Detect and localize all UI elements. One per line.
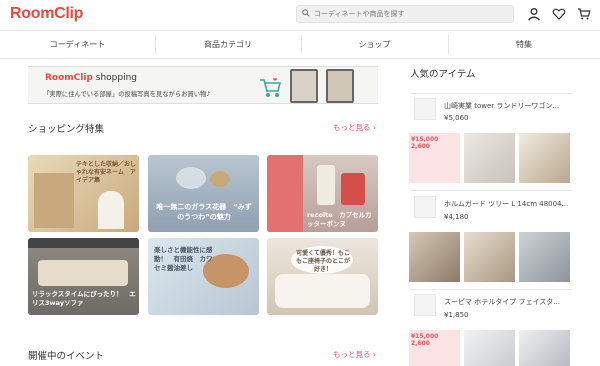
search-box[interactable] [296,5,514,23]
sidebar-divider [410,190,572,191]
main-nav: コーディネート 商品カテゴリ ショップ 特集 [0,30,600,59]
item-photo[interactable]: ¥15,000 2,600 [409,330,460,366]
events-title: 開催中のイベント [28,351,105,362]
heart-icon[interactable] [552,7,566,21]
item-name[interactable]: ホルムガード ツリー L 14cm 48004... [444,199,572,209]
item-photo[interactable] [464,133,515,183]
bottle-image [317,165,335,205]
item-photo[interactable]: ¥15,000 2,600 [409,133,460,183]
search-icon [302,9,310,17]
sofa-image [38,260,128,286]
nav-item-coordinate[interactable]: コーディネート [0,31,155,58]
floor-chair-image [275,274,370,308]
feature-card-glass-vase[interactable]: 唯一無二のガラス花器 “みずのうつわ”の魅力 [148,155,259,232]
search-input[interactable] [314,7,509,21]
feature-card-label: テキとした収納／おしゃれな有安ネーム アイデア集 [76,161,137,184]
item-name[interactable]: 山崎実業 tower ランドリーワゴン... [444,101,572,111]
sale-badge: ¥15,000 2,600 [411,333,439,347]
item-price: ¥4,180 [444,213,469,221]
shopping-feature-more-link[interactable]: もっと見る › [333,122,376,133]
phone-mockup-image [326,69,354,103]
item-photo[interactable] [519,330,570,366]
cart-icon[interactable] [577,7,591,21]
feature-card-label: リラックスタイムにぴったり！ エリス3wayソファ [32,290,136,308]
sale-badge: ¥15,000 2,600 [411,136,439,150]
banner-text: 「実際に住んでいる部屋」の投稿写真を見ながらお買い物♪ [43,91,211,98]
item-photo[interactable] [464,330,515,366]
shelf-image [34,173,74,228]
item-thumbnail[interactable] [414,196,436,218]
shopping-feature-title: ショッピング特集 [28,124,105,135]
banner-logo: RoomClip shopping [45,73,138,83]
user-icon[interactable] [527,7,541,21]
item-photo[interactable] [519,133,570,183]
nav-item-product-category[interactable]: 商品カテゴリ [155,31,301,58]
header: RoomClip [0,0,600,30]
roomclip-shopping-banner[interactable]: RoomClip shopping 「実際に住んでいる部屋」の投稿写真を見ながら… [28,66,378,104]
item-price: ¥5,060 [444,114,469,122]
glass-vase-image [176,167,206,189]
item-photo[interactable] [464,232,515,282]
feature-card-floor-chair[interactable]: 可愛くて優秀！もこもこ座椅子のとこが好き！ [267,238,378,315]
feature-card-label: recolte カプセルカッターボンヌ [307,211,372,229]
sidebar-divider [410,289,572,290]
feature-card-soy-sauce[interactable]: 楽しさと機能性に感動！ 有田焼 カワセミ醤油差し [148,238,259,315]
cutter-image [341,173,365,205]
item-price: ¥1,850 [444,311,469,319]
nav-item-shop[interactable]: ショップ [301,31,448,58]
plant-image [210,171,230,187]
item-photo[interactable] [409,232,460,282]
events-more-link[interactable]: もっと見る › [333,349,376,360]
feature-card-storage[interactable]: テキとした収納／おしゃれな有安ネーム アイデア集 [28,155,139,232]
sidebar-divider [410,93,572,94]
promo-panel [267,155,303,232]
item-photo[interactable] [519,232,570,282]
feature-card-label: 楽しさと機能性に感動！ 有田焼 カワセミ醤油差し [154,246,213,272]
phone-mockup-image [290,69,318,103]
feature-card-recolte[interactable]: recolte カプセルカッターボンヌ [267,155,378,232]
item-thumbnail[interactable] [414,294,436,316]
feature-card-sofa[interactable]: リラックスタイムにぴったり！ エリス3wayソファ [28,238,139,315]
item-thumbnail[interactable] [414,98,436,120]
feature-card-label: 唯一無二のガラス花器 “みずのうつわ”の魅力 [156,203,252,221]
chair-image [98,191,124,229]
shopping-cart-illustration-icon [260,78,282,97]
roomclip-logo[interactable]: RoomClip [10,5,83,23]
item-name[interactable]: スーピマ ホテルタイプ フェイスタ... [444,297,572,307]
feature-card-label: 可愛くて優秀！もこもこ座椅子のとこが好き！ [295,250,350,273]
card-top-strip [28,238,139,248]
nav-item-feature[interactable]: 特集 [448,31,600,58]
popular-items-title: 人気のアイテム [410,69,476,80]
